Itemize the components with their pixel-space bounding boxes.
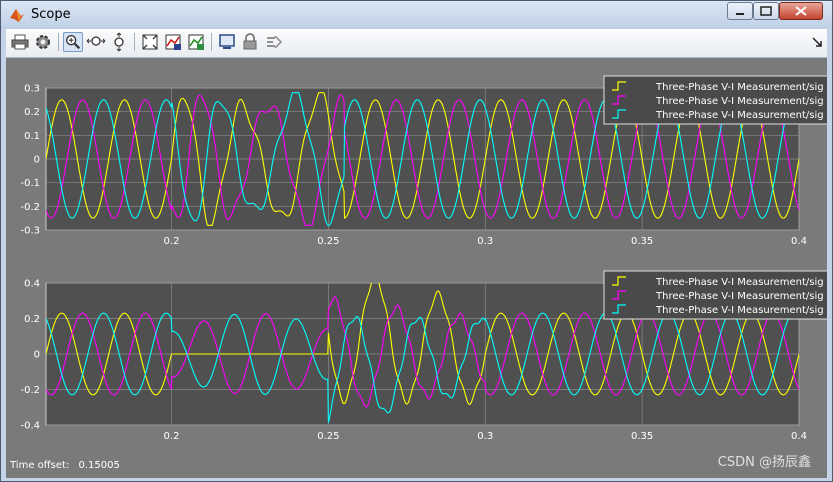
legend-entry: Three-Phase V-I Measurement/sig (655, 305, 824, 316)
x-tick-label: 0.2 (164, 236, 180, 247)
y-tick-label: 0.4 (24, 279, 40, 290)
time-offset-label: Time offset: (10, 460, 70, 471)
dock-arrow-icon[interactable] (810, 32, 824, 52)
toolbar-separator (211, 33, 212, 51)
y-tick-label: 0.2 (24, 107, 40, 118)
time-offset-value: 0.15005 (78, 460, 120, 471)
legend-entry: Three-Phase V-I Measurement/sig (655, 82, 824, 93)
maximize-button[interactable] (753, 2, 779, 20)
minimize-icon (736, 13, 744, 15)
y-tick-label: 0.3 (24, 84, 40, 95)
title-bar[interactable]: Scope (1, 1, 832, 29)
x-tick-label: 0.25 (317, 431, 339, 442)
matlab-logo-icon (10, 9, 24, 22)
scope-plots: 0.2 0.25 0.3 0.35 0.4 -0.3 -0.2 -0.1 0 0.1 0.2 0.3 T… (20, 75, 827, 442)
lock-axes-icon[interactable] (240, 32, 260, 52)
scope-figure: 0.2 0.25 0.3 0.35 0.4 -0.3 -0.2 -0.1 0 0.1 0.2 0.3 T… (6, 58, 827, 478)
y-tick-label: -0.2 (20, 385, 40, 396)
x-tick-label: 0.25 (317, 236, 339, 247)
legend[interactable]: Three-Phase V-I Measurement/sig Three-Pha… (603, 75, 827, 125)
save-axes-icon[interactable] (163, 32, 183, 52)
legend[interactable]: Three-Phase V-I Measurement/sig Three-Pha… (603, 270, 827, 320)
x-tick-label: 0.3 (477, 431, 493, 442)
y-tick-label: -0.4 (20, 421, 40, 432)
parameters-icon[interactable] (33, 32, 53, 52)
autoscale-icon[interactable] (140, 32, 160, 52)
close-button[interactable] (779, 2, 823, 20)
y-tick-label: -0.1 (20, 178, 40, 189)
zoom-x-icon[interactable] (86, 32, 106, 52)
legend-entry: Three-Phase V-I Measurement/sig (655, 96, 824, 107)
toolbar (6, 29, 827, 58)
time-offset: Time offset: 0.15005 (10, 460, 120, 471)
x-tick-label: 0.35 (631, 431, 653, 442)
toolbar-separator (134, 33, 135, 51)
x-tick-label: 0.35 (631, 236, 653, 247)
zoom-y-icon[interactable] (109, 32, 129, 52)
watermark: CSDN @扬辰鑫 (717, 455, 811, 470)
maximize-icon (760, 6, 772, 16)
plot-axes-2[interactable]: 0.2 0.25 0.3 0.35 0.4 -0.4 -0.2 0 0.2 0.4 Three-Ph… (20, 270, 827, 442)
plot-axes-1[interactable]: 0.2 0.25 0.3 0.35 0.4 -0.3 -0.2 -0.1 0 0.1 0.2 0.3 T… (20, 75, 827, 247)
zoom-in-icon[interactable] (63, 32, 83, 52)
close-icon (795, 6, 807, 16)
legend-entry: Three-Phase V-I Measurement/sig (655, 291, 824, 302)
window-title: Scope (31, 7, 71, 22)
y-tick-label: 0.1 (24, 131, 40, 142)
x-tick-label: 0.4 (791, 431, 807, 442)
scope-window: Scope 0.2 0.25 0.3 0.35 0.4 -0.3 -0.2 -0… (0, 0, 833, 482)
legend-entry: Three-Phase V-I Measurement/sig (655, 110, 824, 121)
y-tick-label: 0.2 (24, 314, 40, 325)
legend-entry: Three-Phase V-I Measurement/sig (655, 277, 824, 288)
x-tick-label: 0.2 (164, 431, 180, 442)
x-tick-label: 0.4 (791, 236, 807, 247)
y-tick-label: -0.2 (20, 202, 40, 213)
y-tick-label: 0 (34, 155, 40, 166)
signal-selection-icon[interactable] (264, 32, 284, 52)
y-tick-label: -0.3 (20, 226, 40, 237)
floating-scope-icon[interactable] (217, 32, 237, 52)
x-tick-label: 0.3 (477, 236, 493, 247)
minimize-button[interactable] (727, 2, 753, 20)
print-icon[interactable] (10, 32, 30, 52)
restore-axes-icon[interactable] (186, 32, 206, 52)
toolbar-separator (58, 33, 59, 51)
y-tick-label: 0 (34, 350, 40, 361)
